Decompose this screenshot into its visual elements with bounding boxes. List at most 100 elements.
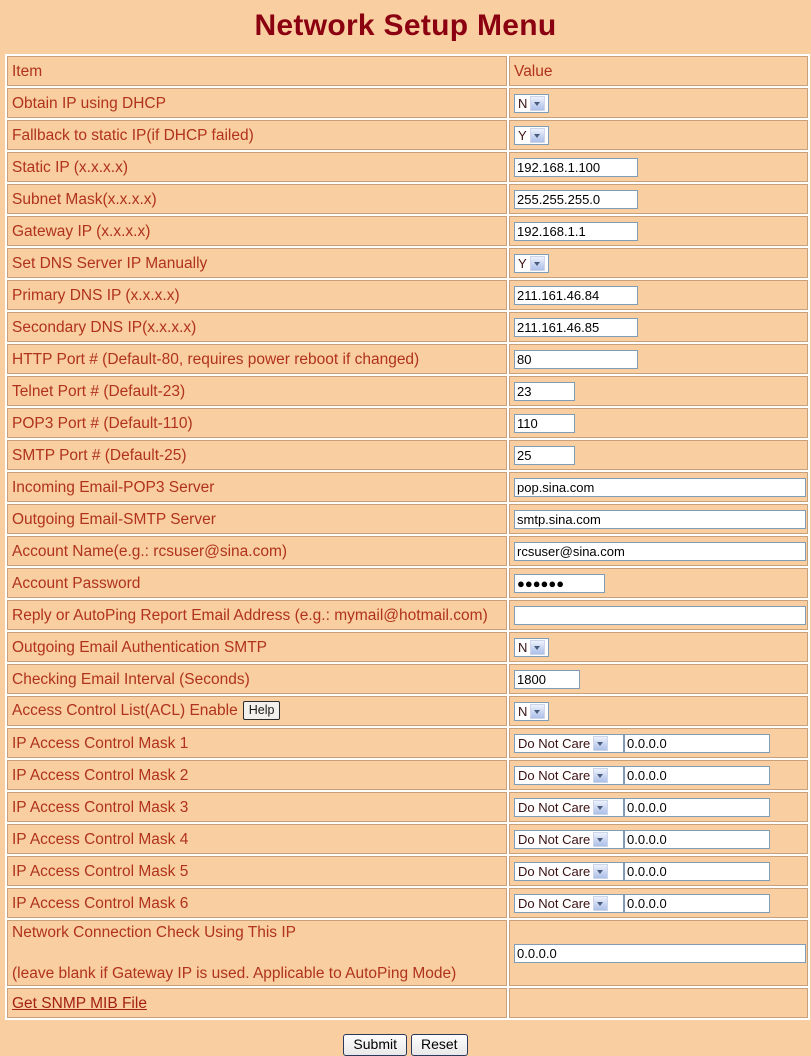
row-label-ip-access-mask-4: IP Access Control Mask 4 <box>7 824 507 854</box>
account-password-input[interactable]: ●●●●●● <box>514 573 605 593</box>
pop3-port-input[interactable]: 110 <box>514 413 575 433</box>
row-label-ip-access-mask-6: IP Access Control Mask 6 <box>7 888 507 918</box>
chevron-down-icon <box>593 863 609 879</box>
account-name-input[interactable]: rcsuser@sina.com <box>514 541 806 561</box>
get-snmp-mib-file-link[interactable]: Get SNMP MIB File <box>12 995 147 1012</box>
row-label-account-name: Account Name(e.g.: rcsuser@sina.com) <box>7 536 507 566</box>
ip-access-mask-3-mode-select[interactable]: Do Not Care <box>514 797 624 817</box>
table-row: Incoming Email-POP3 Server pop.sina.com <box>7 472 808 502</box>
row-value-ip-access-mask-1: Do Not Care 0.0.0.0 <box>509 728 808 758</box>
table-row: Reply or AutoPing Report Email Address (… <box>7 600 808 630</box>
table-row: POP3 Port # (Default-110) 110 <box>7 408 808 438</box>
ip-access-mask-2-input[interactable]: 0.0.0.0 <box>624 765 770 785</box>
submit-button[interactable]: Submit <box>343 1034 407 1056</box>
row-value-account-password: ●●●●●● <box>509 568 808 598</box>
row-value-http-port: 80 <box>509 344 808 374</box>
table-row: Secondary DNS IP(x.x.x.x) 211.161.46.85 <box>7 312 808 342</box>
table-row: Outgoing Email Authentication SMTP N <box>7 632 808 662</box>
row-label-smtp-port: SMTP Port # (Default-25) <box>7 440 507 470</box>
row-value-gateway-ip: 192.168.1.1 <box>509 216 808 246</box>
table-row: Static IP (x.x.x.x) 192.168.1.100 <box>7 152 808 182</box>
outgoing-smtp-server-input[interactable]: smtp.sina.com <box>514 509 806 529</box>
chevron-down-icon <box>593 831 609 847</box>
column-header-item: Item <box>7 56 507 86</box>
row-label-set-dns-manually: Set DNS Server IP Manually <box>7 248 507 278</box>
ip-access-mask-3-input[interactable]: 0.0.0.0 <box>624 797 770 817</box>
table-row: Set DNS Server IP Manually Y <box>7 248 808 278</box>
row-value-ip-access-mask-3: Do Not Care 0.0.0.0 <box>509 792 808 822</box>
table-row: IP Access Control Mask 5 Do Not Care 0.0.… <box>7 856 808 886</box>
row-label-acl-enable: Access Control List(ACL) Enable Help <box>7 696 507 726</box>
chevron-down-icon <box>593 767 609 783</box>
row-value-obtain-ip-using-dhcp: N <box>509 88 808 118</box>
row-label-fallback-static-ip: Fallback to static IP(if DHCP failed) <box>7 120 507 150</box>
ip-access-mask-6-input[interactable]: 0.0.0.0 <box>624 893 770 913</box>
acl-enable-select[interactable]: N <box>514 701 549 721</box>
ip-access-mask-4-input[interactable]: 0.0.0.0 <box>624 829 770 849</box>
row-value-network-connection-check: 0.0.0.0 <box>509 920 808 986</box>
table-row: Outgoing Email-SMTP Server smtp.sina.com <box>7 504 808 534</box>
page-title: Network Setup Menu <box>254 9 557 42</box>
row-value-subnet-mask: 255.255.255.0 <box>509 184 808 214</box>
telnet-port-input[interactable]: 23 <box>514 381 575 401</box>
row-value-pop3-port: 110 <box>509 408 808 438</box>
ip-access-mask-5-mode-select[interactable]: Do Not Care <box>514 861 624 881</box>
table-row: HTTP Port # (Default-80, requires power … <box>7 344 808 374</box>
table-row: IP Access Control Mask 1 Do Not Care 0.0.… <box>7 728 808 758</box>
fallback-static-ip-select[interactable]: Y <box>514 125 549 145</box>
row-value-ip-access-mask-4: Do Not Care 0.0.0.0 <box>509 824 808 854</box>
table-row: IP Access Control Mask 2 Do Not Care 0.0.… <box>7 760 808 790</box>
ip-access-mask-4-mode-select[interactable]: Do Not Care <box>514 829 624 849</box>
table-row: Account Name(e.g.: rcsuser@sina.com) rcs… <box>7 536 808 566</box>
network-connection-check-input[interactable]: 0.0.0.0 <box>514 943 806 963</box>
ip-access-mask-2-mode-select[interactable]: Do Not Care <box>514 765 624 785</box>
row-label-obtain-ip-using-dhcp: Obtain IP using DHCP <box>7 88 507 118</box>
ip-access-mask-5-input[interactable]: 0.0.0.0 <box>624 861 770 881</box>
row-value-set-dns-manually: Y <box>509 248 808 278</box>
table-row: IP Access Control Mask 6 Do Not Care 0.0.… <box>7 888 808 918</box>
acl-enable-label: Access Control List(ACL) Enable <box>12 702 238 720</box>
ip-access-mask-1-input[interactable]: 0.0.0.0 <box>624 733 770 753</box>
row-label-secondary-dns-ip: Secondary DNS IP(x.x.x.x) <box>7 312 507 342</box>
column-header-value: Value <box>509 56 808 86</box>
table-header-row: Item Value <box>7 56 808 86</box>
table-row: Checking Email Interval (Seconds) 1800 <box>7 664 808 694</box>
subnet-mask-input[interactable]: 255.255.255.0 <box>514 189 638 209</box>
row-label-account-password: Account Password <box>7 568 507 598</box>
help-button[interactable]: Help <box>242 701 281 720</box>
row-label-ip-access-mask-3: IP Access Control Mask 3 <box>7 792 507 822</box>
table-row: Account Password ●●●●●● <box>7 568 808 598</box>
chevron-down-icon <box>530 639 546 655</box>
ip-access-mask-6-mode-select[interactable]: Do Not Care <box>514 893 624 913</box>
row-label-primary-dns-ip: Primary DNS IP (x.x.x.x) <box>7 280 507 310</box>
secondary-dns-ip-input[interactable]: 211.161.46.85 <box>514 317 638 337</box>
network-setup-table: Item Value Obtain IP using DHCP N Fallba… <box>5 54 810 1020</box>
row-value-outgoing-email-auth: N <box>509 632 808 662</box>
dhcp-select[interactable]: N <box>514 93 549 113</box>
table-row: Access Control List(ACL) Enable Help N <box>7 696 808 726</box>
incoming-pop3-server-input[interactable]: pop.sina.com <box>514 477 806 497</box>
static-ip-input[interactable]: 192.168.1.100 <box>514 157 638 177</box>
checking-email-interval-input[interactable]: 1800 <box>514 669 580 689</box>
ip-access-mask-1-mode-select[interactable]: Do Not Care <box>514 733 624 753</box>
row-value-account-name: rcsuser@sina.com <box>509 536 808 566</box>
row-value-incoming-pop3-server: pop.sina.com <box>509 472 808 502</box>
primary-dns-ip-input[interactable]: 211.161.46.84 <box>514 285 638 305</box>
set-dns-manually-select[interactable]: Y <box>514 253 549 273</box>
page-root: Network Setup Menu Item Value Obtain IP … <box>0 0 811 1056</box>
reply-email-address-input[interactable] <box>514 605 806 625</box>
row-value-ip-access-mask-6: Do Not Care 0.0.0.0 <box>509 888 808 918</box>
row-value-telnet-port: 23 <box>509 376 808 406</box>
smtp-port-input[interactable]: 25 <box>514 445 575 465</box>
reset-button[interactable]: Reset <box>411 1034 468 1056</box>
table-row: Fallback to static IP(if DHCP failed) Y <box>7 120 808 150</box>
gateway-ip-input[interactable]: 192.168.1.1 <box>514 221 638 241</box>
http-port-input[interactable]: 80 <box>514 349 638 369</box>
row-label-network-connection-check: Network Connection Check Using This IP (… <box>7 920 507 986</box>
chevron-down-icon <box>530 95 546 111</box>
row-value-checking-email-interval: 1800 <box>509 664 808 694</box>
row-label-outgoing-smtp-server: Outgoing Email-SMTP Server <box>7 504 507 534</box>
outgoing-email-auth-select[interactable]: N <box>514 637 549 657</box>
row-value-reply-email-address <box>509 600 808 630</box>
row-value-ip-access-mask-5: Do Not Care 0.0.0.0 <box>509 856 808 886</box>
